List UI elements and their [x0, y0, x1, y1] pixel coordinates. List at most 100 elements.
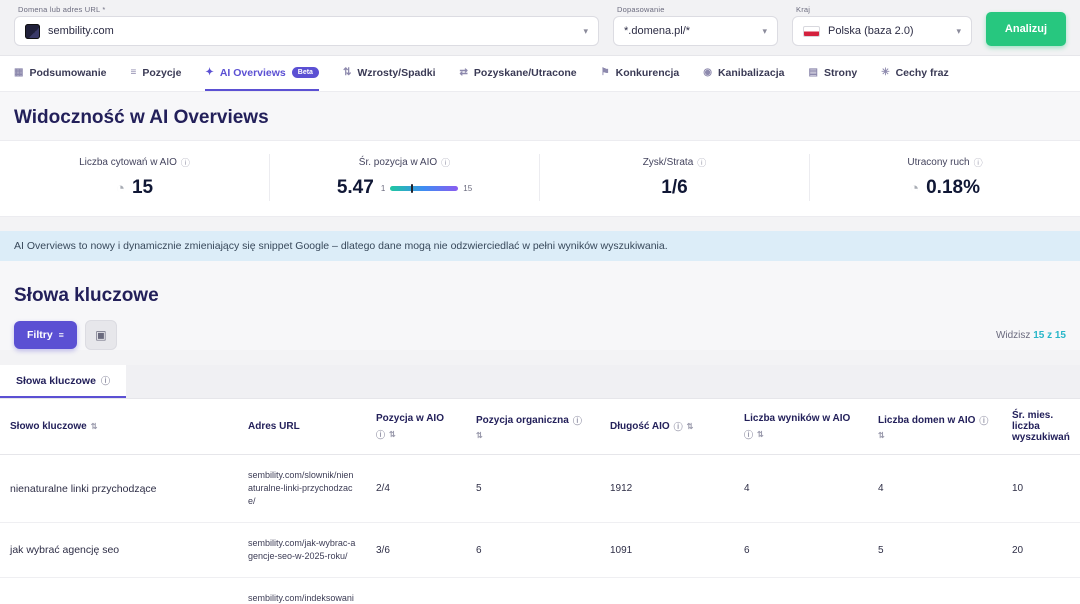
col-url: Adres URL — [238, 399, 366, 455]
printer-icon: ▣ — [95, 328, 106, 342]
aio-length-cell: 1912 — [600, 455, 734, 523]
phrase-features-icon: ✳ — [881, 67, 889, 78]
tab-label: Pozyskane/Utracone — [474, 67, 577, 79]
col-label: Pozycja w AIO — [376, 413, 444, 424]
col-aio-domains: Liczba domen w AIO ⓘ ⇅ — [868, 399, 1002, 455]
col-label: Długość AIO — [610, 421, 670, 432]
stat-value: 1/6 — [661, 177, 687, 199]
tab-kanibalizacja[interactable]: ◉ Kanibalizacja — [703, 56, 784, 91]
ai-overviews-icon: ✦ — [205, 67, 213, 78]
col-label: Liczba wyników w AIO — [744, 413, 850, 424]
table-row: pozycjonowanie instagrama sembility.com/… — [0, 578, 1080, 604]
country-field-group: Kraj Polska (baza 2.0) ▾ — [792, 5, 972, 46]
tab-label: Kanibalizacja — [718, 67, 785, 79]
tab-wzrosty-spadki[interactable]: ⇅ Wzrosty/Spadki — [343, 56, 436, 91]
col-aio-position: Pozycja w AIO ⓘ ⇅ — [366, 399, 466, 455]
tab-strony[interactable]: ▤ Strony — [808, 56, 857, 91]
col-aio-length: Długość AIO ⓘ ⇅ — [600, 399, 734, 455]
aio-domains-cell: 5 — [868, 523, 1002, 578]
info-icon[interactable]: ⓘ — [979, 414, 988, 427]
col-label: Słowo kluczowe — [10, 421, 87, 432]
sort-icon[interactable]: ⇅ — [878, 431, 885, 440]
aio-domains-cell: 11 — [868, 578, 1002, 604]
gradient-scale-bar — [390, 186, 458, 191]
tab-slowa-kluczowe[interactable]: Słowa kluczowe ⓘ — [0, 365, 126, 398]
stat-label: Śr. pozycja w AIO — [359, 157, 437, 168]
keywords-table: Słowo kluczowe ⇅ Adres URL Pozycja w AIO… — [0, 399, 1080, 604]
keywords-section-title: Słowa kluczowe — [0, 261, 1080, 320]
beta-badge: Beta — [292, 67, 319, 78]
info-icon[interactable]: ⓘ — [181, 156, 190, 169]
filter-icon: ≡ — [59, 330, 64, 340]
organic-position-cell: 8 — [466, 578, 600, 604]
info-icon[interactable]: ⓘ — [697, 156, 706, 169]
table-row: jak wybrać agencję seo sembility.com/jak… — [0, 523, 1080, 578]
aio-length-cell: 1091 — [600, 523, 734, 578]
analyze-button[interactable]: Analizuj — [986, 12, 1066, 46]
tab-cechy-fraz[interactable]: ✳ Cechy fraz — [881, 56, 949, 91]
info-icon[interactable]: ⓘ — [744, 428, 753, 441]
domain-field-group: Domena lub adres URL * sembility.com ▾ — [14, 5, 599, 46]
scale-max-label: 15 — [463, 184, 472, 193]
ai-overviews-info-banner: AI Overviews to nowy i dynamicznie zmien… — [0, 231, 1080, 261]
tab-ai-overviews[interactable]: ✦ AI Overviews Beta — [205, 56, 319, 91]
url-link[interactable]: sembility.com/jak-wybrac-agencje-seo-w-2… — [238, 523, 366, 578]
keyword-cell: nienaturalne linki przychodzące — [0, 455, 238, 523]
sort-icon[interactable]: ⇅ — [687, 422, 694, 431]
aio-position-cell: 3/6 — [366, 523, 466, 578]
filters-button-label: Filtry — [27, 329, 53, 341]
export-button[interactable]: ▣ — [85, 320, 117, 350]
aio-position-cell: 2/4 — [366, 455, 466, 523]
stat-label: Zysk/Strata — [643, 157, 694, 168]
stat-label: Utracony ruch — [907, 157, 969, 168]
stat-citations: Liczba cytowań w AIO ⓘ ◔ 15 — [0, 154, 270, 201]
gained-lost-icon: ⇄ — [460, 67, 468, 78]
url-link[interactable]: sembility.com/slownik/nienaturalne-linki… — [238, 455, 366, 523]
chevron-down-icon[interactable]: ▾ — [583, 26, 588, 37]
sort-icon[interactable]: ⇅ — [476, 431, 483, 440]
info-icon[interactable]: ⓘ — [441, 156, 450, 169]
info-icon[interactable]: ⓘ — [974, 156, 983, 169]
country-select[interactable]: Polska (baza 2.0) ▾ — [792, 16, 972, 46]
aio-results-cell: 11 — [734, 578, 868, 604]
col-label: Adres URL — [248, 421, 300, 432]
info-icon[interactable]: ⓘ — [376, 428, 385, 441]
sort-icon[interactable]: ⇅ — [91, 422, 98, 431]
tab-konkurencja[interactable]: ⚑ Konkurencja — [601, 56, 680, 91]
organic-position-cell: 6 — [466, 523, 600, 578]
tab-label: Pozycje — [142, 67, 181, 79]
organic-position-cell: 5 — [466, 455, 600, 523]
domain-input[interactable]: sembility.com ▾ — [14, 16, 599, 46]
sort-icon[interactable]: ⇅ — [389, 430, 396, 439]
aio-domains-cell: 4 — [868, 455, 1002, 523]
poland-flag-icon — [803, 26, 820, 37]
match-select[interactable]: *.domena.pl/* ▾ — [613, 16, 778, 46]
chevron-down-icon[interactable]: ▾ — [956, 26, 961, 37]
stat-lost-traffic: Utracony ruch ⓘ ◔ 0.18% — [810, 154, 1080, 201]
table-row: nienaturalne linki przychodzące sembilit… — [0, 455, 1080, 523]
info-icon[interactable]: ⓘ — [674, 420, 683, 433]
country-field-label: Kraj — [796, 5, 972, 14]
url-link[interactable]: sembility.com/indeksowanie-postow-na-ins… — [238, 578, 366, 604]
sort-icon[interactable]: ⇅ — [757, 430, 764, 439]
topbar: Domena lub adres URL * sembility.com ▾ D… — [0, 0, 1080, 56]
aio-length-cell: 2425 — [600, 578, 734, 604]
competition-icon: ⚑ — [601, 67, 610, 78]
tab-podsumowanie[interactable]: ▦ Podsumowanie — [14, 56, 106, 91]
positions-icon: ≡ — [130, 67, 136, 78]
match-field-label: Dopasowanie — [617, 5, 778, 14]
match-value: *.domena.pl/* — [624, 25, 690, 37]
col-label: Śr. mies. liczba wyszukiwań — [1012, 410, 1070, 443]
visible-results-info: Widzisz 15 z 15 — [996, 330, 1066, 341]
rises-falls-icon: ⇅ — [343, 67, 351, 78]
kw-tab-label: Słowa kluczowe — [16, 375, 96, 387]
tab-pozycje[interactable]: ≡ Pozycje — [130, 56, 181, 91]
info-icon[interactable]: ⓘ — [573, 414, 582, 427]
stat-value: 5.47 — [337, 177, 374, 199]
stat-gain-loss: Zysk/Strata ⓘ 1/6 — [540, 154, 810, 201]
chevron-down-icon[interactable]: ▾ — [762, 26, 767, 37]
info-icon[interactable]: ⓘ — [101, 374, 110, 387]
tab-label: Cechy fraz — [896, 67, 949, 79]
tab-pozyskane-utracone[interactable]: ⇄ Pozyskane/Utracone — [460, 56, 577, 91]
filters-button[interactable]: Filtry ≡ — [14, 321, 77, 349]
